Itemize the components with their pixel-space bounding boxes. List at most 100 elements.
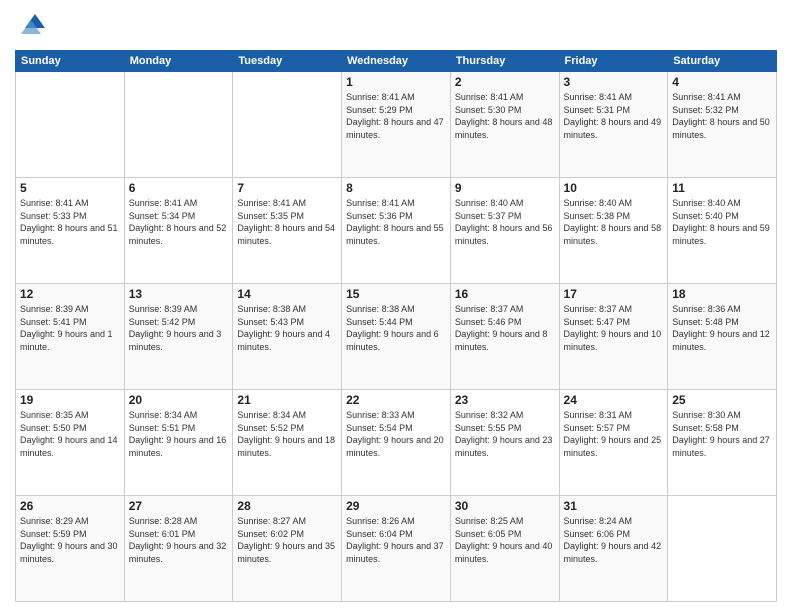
day-info: Sunrise: 8:39 AM Sunset: 5:42 PM Dayligh… — [129, 303, 229, 353]
day-info: Sunrise: 8:28 AM Sunset: 6:01 PM Dayligh… — [129, 515, 229, 565]
day-cell: 17 Sunrise: 8:37 AM Sunset: 5:47 PM Dayli… — [559, 284, 668, 390]
day-info: Sunrise: 8:41 AM Sunset: 5:33 PM Dayligh… — [20, 197, 120, 247]
week-row-1: 1Sunrise: 8:41 AM Sunset: 5:29 PM Daylig… — [16, 72, 777, 178]
day-cell: 19Sunrise: 8:35 AM Sunset: 5:50 PM Dayli… — [16, 390, 125, 496]
weekday-header: SundayMondayTuesdayWednesdayThursdayFrid… — [16, 51, 777, 72]
day-number: 12 — [20, 287, 120, 301]
week-row-2: 5 Sunrise: 8:41 AM Sunset: 5:33 PM Daylig… — [16, 178, 777, 284]
day-cell: 29Sunrise: 8:26 AM Sunset: 6:04 PM Dayli… — [342, 496, 451, 602]
day-info: Sunrise: 8:38 AM Sunset: 5:44 PM Dayligh… — [346, 303, 446, 353]
day-info: Sunrise: 8:31 AM Sunset: 5:57 PM Dayligh… — [564, 409, 664, 459]
day-number: 10 — [564, 181, 664, 195]
week-row-5: 26 Sunrise: 8:29 AM Sunset: 5:59 PM Dayli… — [16, 496, 777, 602]
day-cell — [668, 496, 777, 602]
logo-icon — [15, 10, 47, 42]
day-cell: 14 Sunrise: 8:38 AM Sunset: 5:43 PM Dayli… — [233, 284, 342, 390]
week-row-3: 12 Sunrise: 8:39 AM Sunset: 5:41 PM Dayli… — [16, 284, 777, 390]
day-number: 3 — [564, 75, 664, 89]
weekday-friday: Friday — [559, 51, 668, 72]
day-cell: 25Sunrise: 8:30 AM Sunset: 5:58 PM Dayli… — [668, 390, 777, 496]
day-cell: 11 Sunrise: 8:40 AM Sunset: 5:40 PM Dayli… — [668, 178, 777, 284]
day-cell — [16, 72, 125, 178]
day-number: 17 — [564, 287, 664, 301]
day-info: Sunrise: 8:38 AM Sunset: 5:43 PM Dayligh… — [237, 303, 337, 353]
day-cell: 5 Sunrise: 8:41 AM Sunset: 5:33 PM Daylig… — [16, 178, 125, 284]
day-cell: 26 Sunrise: 8:29 AM Sunset: 5:59 PM Dayli… — [16, 496, 125, 602]
day-number: 2 — [455, 75, 555, 89]
day-info: Sunrise: 8:40 AM Sunset: 5:40 PM Dayligh… — [672, 197, 772, 247]
day-cell: 8 Sunrise: 8:41 AM Sunset: 5:36 PM Daylig… — [342, 178, 451, 284]
calendar-body: 1Sunrise: 8:41 AM Sunset: 5:29 PM Daylig… — [16, 72, 777, 602]
day-number: 31 — [564, 499, 664, 513]
day-number: 30 — [455, 499, 555, 513]
day-info: Sunrise: 8:36 AM Sunset: 5:48 PM Dayligh… — [672, 303, 772, 353]
day-cell: 13 Sunrise: 8:39 AM Sunset: 5:42 PM Dayli… — [124, 284, 233, 390]
day-cell: 31 Sunrise: 8:24 AM Sunset: 6:06 PM Dayli… — [559, 496, 668, 602]
day-cell: 15 Sunrise: 8:38 AM Sunset: 5:44 PM Dayli… — [342, 284, 451, 390]
weekday-saturday: Saturday — [668, 51, 777, 72]
header — [15, 10, 777, 42]
day-cell: 27Sunrise: 8:28 AM Sunset: 6:01 PM Dayli… — [124, 496, 233, 602]
day-number: 21 — [237, 393, 337, 407]
day-cell: 24 Sunrise: 8:31 AM Sunset: 5:57 PM Dayli… — [559, 390, 668, 496]
day-cell: 30 Sunrise: 8:25 AM Sunset: 6:05 PM Dayli… — [450, 496, 559, 602]
day-info: Sunrise: 8:25 AM Sunset: 6:05 PM Dayligh… — [455, 515, 555, 565]
day-info: Sunrise: 8:40 AM Sunset: 5:37 PM Dayligh… — [455, 197, 555, 247]
day-number: 13 — [129, 287, 229, 301]
day-number: 20 — [129, 393, 229, 407]
day-number: 6 — [129, 181, 229, 195]
day-info: Sunrise: 8:41 AM Sunset: 5:31 PM Dayligh… — [564, 91, 664, 141]
page: SundayMondayTuesdayWednesdayThursdayFrid… — [0, 0, 792, 612]
weekday-thursday: Thursday — [450, 51, 559, 72]
day-cell: 16 Sunrise: 8:37 AM Sunset: 5:46 PM Dayli… — [450, 284, 559, 390]
day-number: 14 — [237, 287, 337, 301]
day-number: 5 — [20, 181, 120, 195]
day-cell: 9Sunrise: 8:40 AM Sunset: 5:37 PM Daylig… — [450, 178, 559, 284]
day-info: Sunrise: 8:41 AM Sunset: 5:29 PM Dayligh… — [346, 91, 446, 141]
day-number: 25 — [672, 393, 772, 407]
day-info: Sunrise: 8:34 AM Sunset: 5:52 PM Dayligh… — [237, 409, 337, 459]
day-cell: 23Sunrise: 8:32 AM Sunset: 5:55 PM Dayli… — [450, 390, 559, 496]
day-info: Sunrise: 8:33 AM Sunset: 5:54 PM Dayligh… — [346, 409, 446, 459]
day-number: 15 — [346, 287, 446, 301]
weekday-sunday: Sunday — [16, 51, 125, 72]
weekday-monday: Monday — [124, 51, 233, 72]
day-info: Sunrise: 8:37 AM Sunset: 5:46 PM Dayligh… — [455, 303, 555, 353]
day-cell — [233, 72, 342, 178]
day-number: 23 — [455, 393, 555, 407]
day-number: 11 — [672, 181, 772, 195]
day-number: 4 — [672, 75, 772, 89]
day-cell: 10 Sunrise: 8:40 AM Sunset: 5:38 PM Dayli… — [559, 178, 668, 284]
day-info: Sunrise: 8:37 AM Sunset: 5:47 PM Dayligh… — [564, 303, 664, 353]
day-number: 8 — [346, 181, 446, 195]
day-info: Sunrise: 8:27 AM Sunset: 6:02 PM Dayligh… — [237, 515, 337, 565]
day-number: 7 — [237, 181, 337, 195]
day-cell: 21 Sunrise: 8:34 AM Sunset: 5:52 PM Dayli… — [233, 390, 342, 496]
day-number: 19 — [20, 393, 120, 407]
weekday-wednesday: Wednesday — [342, 51, 451, 72]
day-number: 28 — [237, 499, 337, 513]
day-cell: 3 Sunrise: 8:41 AM Sunset: 5:31 PM Daylig… — [559, 72, 668, 178]
day-info: Sunrise: 8:41 AM Sunset: 5:30 PM Dayligh… — [455, 91, 555, 141]
day-info: Sunrise: 8:39 AM Sunset: 5:41 PM Dayligh… — [20, 303, 120, 353]
day-cell: 2 Sunrise: 8:41 AM Sunset: 5:30 PM Daylig… — [450, 72, 559, 178]
day-number: 26 — [20, 499, 120, 513]
day-info: Sunrise: 8:34 AM Sunset: 5:51 PM Dayligh… — [129, 409, 229, 459]
day-cell: 20 Sunrise: 8:34 AM Sunset: 5:51 PM Dayli… — [124, 390, 233, 496]
day-info: Sunrise: 8:41 AM Sunset: 5:36 PM Dayligh… — [346, 197, 446, 247]
day-number: 18 — [672, 287, 772, 301]
weekday-tuesday: Tuesday — [233, 51, 342, 72]
day-number: 16 — [455, 287, 555, 301]
day-cell: 22 Sunrise: 8:33 AM Sunset: 5:54 PM Dayli… — [342, 390, 451, 496]
day-info: Sunrise: 8:40 AM Sunset: 5:38 PM Dayligh… — [564, 197, 664, 247]
calendar: SundayMondayTuesdayWednesdayThursdayFrid… — [15, 50, 777, 602]
day-cell: 6Sunrise: 8:41 AM Sunset: 5:34 PM Daylig… — [124, 178, 233, 284]
day-info: Sunrise: 8:26 AM Sunset: 6:04 PM Dayligh… — [346, 515, 446, 565]
day-number: 24 — [564, 393, 664, 407]
day-number: 22 — [346, 393, 446, 407]
logo — [15, 10, 51, 42]
week-row-4: 19Sunrise: 8:35 AM Sunset: 5:50 PM Dayli… — [16, 390, 777, 496]
day-info: Sunrise: 8:29 AM Sunset: 5:59 PM Dayligh… — [20, 515, 120, 565]
day-info: Sunrise: 8:24 AM Sunset: 6:06 PM Dayligh… — [564, 515, 664, 565]
day-cell — [124, 72, 233, 178]
